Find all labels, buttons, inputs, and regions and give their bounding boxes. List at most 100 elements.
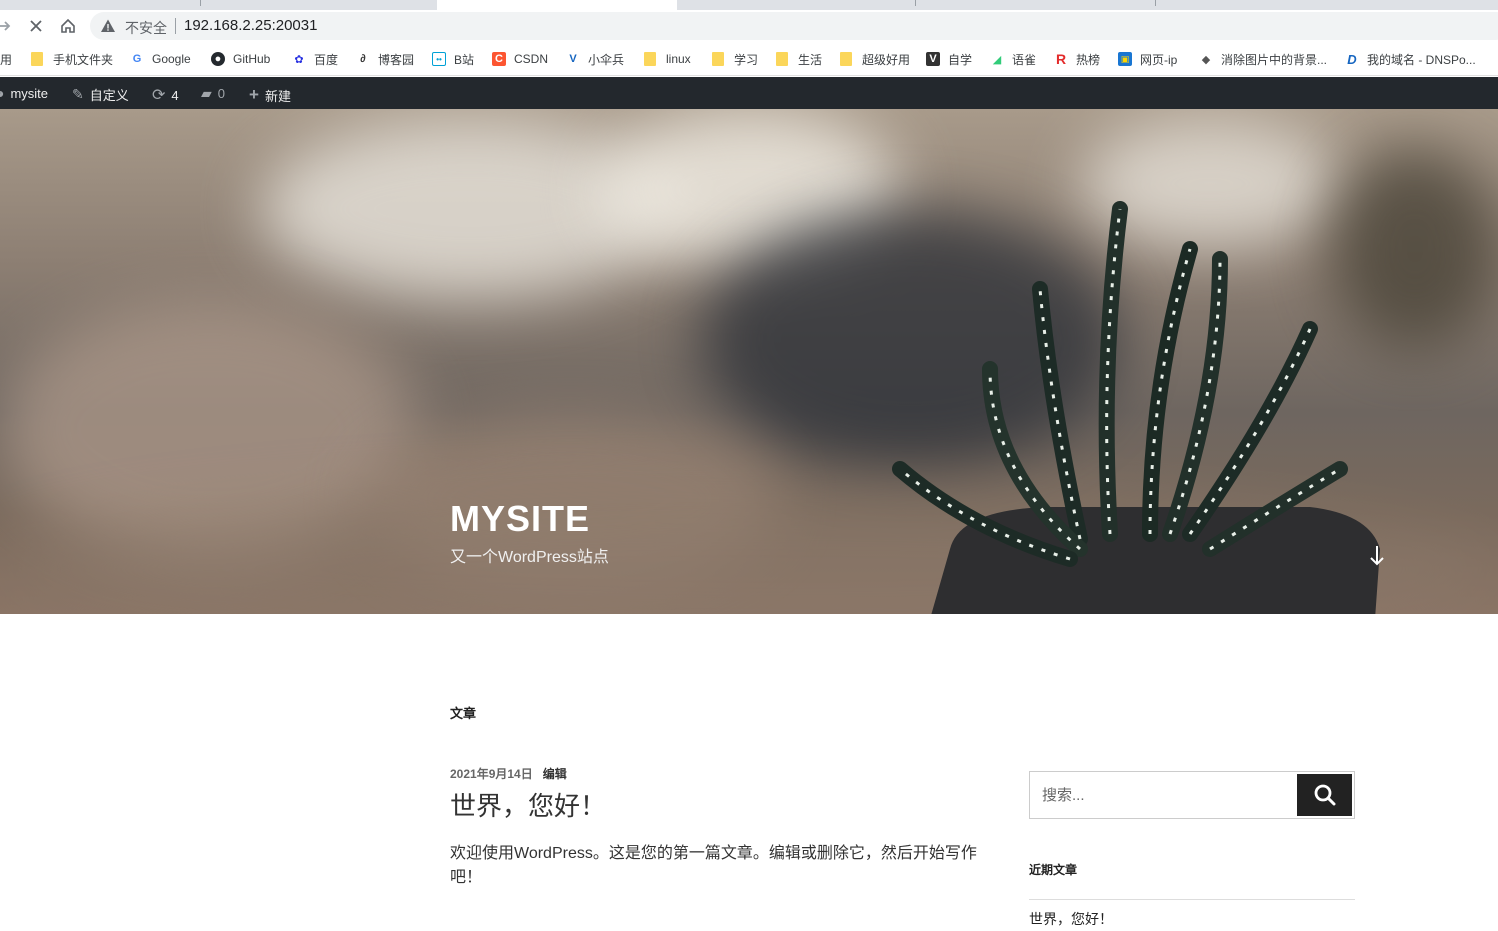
new-label: 新建 (264, 88, 291, 104)
folder-icon (840, 52, 852, 66)
csdn-icon: C (492, 52, 506, 66)
wp-admin-bar: ◕ mysite ✎ 自定义 ⟳ 4 ▰ 0 + 新建 (0, 77, 1498, 109)
bookmark-google[interactable]: G Google (130, 50, 191, 68)
site-name: mysite (10, 85, 49, 101)
bookmark-label: 学习 (734, 52, 759, 67)
bookmark-zixue[interactable]: V 自学 (926, 50, 972, 68)
browser-toolbar: 不安全 192.168.2.25:20031 (0, 10, 1498, 42)
bookmark-label: 热榜 (1076, 52, 1101, 67)
github-icon: ● (211, 52, 225, 66)
bookmark-folder[interactable]: linux (644, 50, 691, 68)
stop-button[interactable] (24, 14, 48, 38)
search-button[interactable] (1297, 774, 1352, 816)
section-title: 文章 (450, 706, 477, 721)
bookmark-baidu[interactable]: ✿ 百度 (292, 50, 338, 68)
recent-post-link[interactable]: 世界，您好！ (1029, 909, 1113, 929)
search-icon (1314, 784, 1335, 806)
bookmark-label: 网页-ip (1140, 52, 1178, 67)
warning-icon[interactable] (100, 18, 116, 34)
bookmark-label: Google (152, 52, 191, 66)
bookmarks-bar: 用 手机文件夹 G Google ● GitHub ✿ 百度 ∂ 博客园 •• B站 CC… (0, 42, 1498, 76)
bookmark-github[interactable]: ● GitHub (211, 50, 270, 68)
folder-icon (776, 52, 788, 66)
bookmark-rebang[interactable]: R 热榜 (1054, 50, 1100, 68)
admin-bar-customize[interactable]: ✎ 自定义 (72, 85, 129, 104)
yuque-icon: ◢ (992, 53, 1002, 66)
bookmark-label: CSDN (514, 52, 549, 66)
dnspod-icon: D (1347, 51, 1357, 67)
layers-icon: ◆ (1201, 53, 1211, 66)
edit-link[interactable]: 编辑 (543, 767, 567, 781)
widget-divider (1029, 899, 1355, 900)
bookmark-dnspod[interactable]: D 我的域名 - DNSPo... (1345, 50, 1476, 68)
bookmark-label: 博客园 (378, 52, 415, 67)
url-text[interactable]: 192.168.2.25:20031 (184, 17, 317, 34)
bookmark-xiaosanbing[interactable]: V 小伞兵 (566, 50, 624, 68)
bookmark-bilibili[interactable]: •• B站 (432, 50, 474, 68)
bookmark-folder[interactable]: 学习 (712, 50, 758, 68)
comment-icon: ▰ (201, 85, 212, 101)
bookmark-label: 自学 (948, 52, 973, 67)
post-meta: 2021年9月14日 编辑 (450, 765, 567, 782)
active-tab[interactable] (437, 0, 677, 10)
bookmark-label: 百度 (314, 52, 339, 67)
bookmark-web-ip[interactable]: ▣ 网页-ip (1118, 50, 1177, 68)
tab-separator (1155, 0, 1156, 6)
plus-icon: + (249, 85, 259, 104)
admin-bar-site[interactable]: ◕ mysite (0, 85, 48, 101)
bookmark-yuque[interactable]: ◢ 语雀 (990, 50, 1036, 68)
bookmark-folder[interactable]: 手机文件夹 (31, 50, 113, 68)
bookmark-label: linux (666, 52, 691, 66)
ip-icon: ▣ (1118, 52, 1132, 66)
bookmark-label: 语雀 (1012, 52, 1037, 67)
bookmark-label: 我的域名 - DNSPo... (1367, 52, 1476, 67)
bookmark-cnblogs[interactable]: ∂ 博客园 (356, 50, 414, 68)
v-icon: V (926, 52, 940, 66)
insecure-label[interactable]: 不安全 (125, 18, 167, 38)
bookmark-folder[interactable]: 生活 (776, 50, 822, 68)
bookmark-label: 手机文件夹 (53, 52, 114, 67)
tab-separator (200, 0, 201, 6)
post-excerpt: 欢迎使用WordPress。这是您的第一篇文章。编辑或删除它，然后开始写作吧！ (450, 845, 977, 886)
admin-bar-new[interactable]: + 新建 (249, 85, 291, 105)
search-input[interactable] (1030, 772, 1296, 818)
post-date[interactable]: 2021年9月14日 (450, 767, 533, 781)
refresh-icon: ⟳ (152, 87, 166, 104)
bilibili-icon: •• (432, 52, 446, 66)
bookmark-remove-bg[interactable]: ◆ 消除图片中的背景... (1199, 50, 1327, 68)
recent-posts-title: 近期文章 (1029, 863, 1078, 877)
admin-bar-updates[interactable]: ⟳ 4 (152, 85, 179, 105)
google-icon: G (132, 53, 142, 65)
dashboard-icon: ◕ (0, 85, 5, 101)
close-icon (30, 20, 42, 32)
scroll-down-icon[interactable] (1368, 544, 1386, 574)
folder-icon (31, 52, 43, 66)
admin-bar-comments[interactable]: ▰ 0 (201, 85, 225, 102)
bookmark-apps[interactable]: 用 (0, 50, 12, 68)
bookmark-label: 小伞兵 (588, 52, 625, 67)
site-description: 又一个WordPress站点 (450, 549, 609, 566)
site-title[interactable]: MYSITE (450, 498, 590, 540)
omnibox-divider (175, 18, 176, 34)
comments-count: 0 (217, 86, 226, 101)
tab-separator (915, 0, 916, 6)
bookmark-folder[interactable]: 超级好用 (840, 50, 910, 68)
bookmark-csdn[interactable]: C CSDN (492, 50, 548, 68)
v-icon: V (569, 53, 577, 65)
forward-button[interactable] (0, 14, 16, 38)
bookmark-label: 消除图片中的背景... (1221, 52, 1328, 67)
tab-strip (0, 0, 1498, 10)
header-image (0, 109, 1498, 614)
cnblogs-icon: ∂ (360, 53, 366, 65)
plant-illustration (892, 201, 1380, 614)
r-icon: R (1055, 51, 1067, 67)
bookmark-label: 用 (0, 52, 13, 67)
home-button[interactable] (56, 14, 80, 38)
brush-icon: ✎ (72, 86, 84, 102)
folder-icon (644, 52, 656, 66)
forward-arrow-icon (0, 21, 11, 31)
bookmark-label: GitHub (233, 52, 271, 66)
updates-count: 4 (171, 87, 179, 103)
address-bar[interactable]: 不安全 192.168.2.25:20031 (90, 12, 1498, 40)
post-title[interactable]: 世界，您好！ (450, 786, 606, 823)
